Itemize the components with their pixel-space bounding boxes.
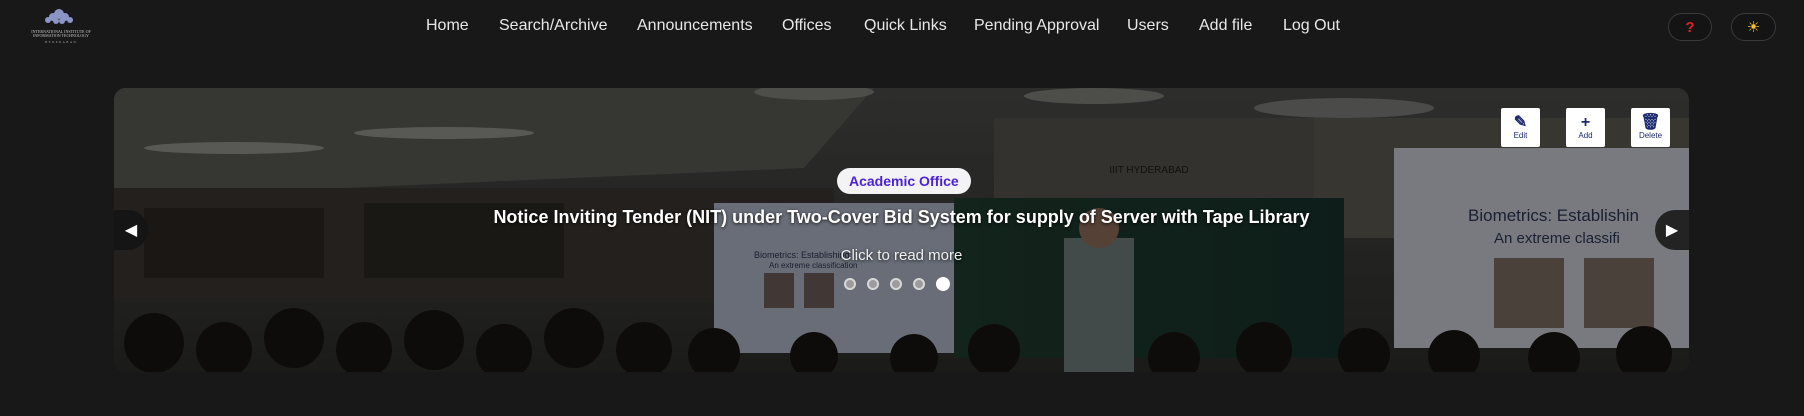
edit-slide-label: Edit [1513,131,1528,140]
nav-search-archive[interactable]: Search/Archive [499,17,608,35]
nav-links: Home Search/Archive Announcements Office… [0,0,1804,56]
add-slide-label: Add [1578,131,1593,140]
nav-users[interactable]: Users [1127,17,1169,35]
edit-slide-button[interactable]: ✎ Edit [1501,108,1540,147]
announcement-carousel[interactable]: IIIT HYDERABAD Biometrics: Establishing … [114,88,1689,372]
nav-add-file[interactable]: Add file [1199,17,1252,35]
read-more-link[interactable]: Click to read more [114,247,1689,264]
photo-overlay [114,88,1689,372]
nav-quick-links[interactable]: Quick Links [864,17,947,35]
delete-slide-button[interactable]: 🗑 Delete [1631,108,1670,147]
top-navbar: INTERNATIONAL INSTITUTE OF INFORMATION T… [0,0,1804,56]
slide-indicators [844,277,950,291]
slide-headline[interactable]: Notice Inviting Tender (NIT) under Two-C… [114,207,1689,228]
nav-home[interactable]: Home [426,17,469,35]
slide-indicator[interactable] [913,278,925,290]
pencil-icon: ✎ [1513,114,1528,131]
nav-pending-approval[interactable]: Pending Approval [974,17,1099,35]
sun-icon: ☀ [1746,19,1761,36]
slide-indicator-active[interactable] [936,277,950,291]
nav-announcements[interactable]: Announcements [637,17,753,35]
add-slide-button[interactable]: + Add [1566,108,1605,147]
triangle-right-icon: ▶ [1665,222,1679,239]
nav-offices[interactable]: Offices [782,17,832,35]
trash-icon: 🗑 [1640,114,1661,131]
help-button[interactable]: ? [1668,13,1712,41]
office-badge: Academic Office [837,168,971,194]
question-mark-icon: ? [1685,18,1695,36]
next-slide-button[interactable]: ▶ [1655,210,1689,250]
nav-log-out[interactable]: Log Out [1283,17,1340,35]
slide-indicator[interactable] [890,278,902,290]
slide-indicator[interactable] [844,278,856,290]
slide-admin-tools: ✎ Edit + Add 🗑 Delete [1501,108,1670,147]
theme-toggle-button[interactable]: ☀ [1731,13,1776,41]
delete-slide-label: Delete [1638,131,1663,140]
plus-icon: + [1580,114,1591,131]
triangle-left-icon: ◀ [124,222,138,239]
slide-indicator[interactable] [867,278,879,290]
